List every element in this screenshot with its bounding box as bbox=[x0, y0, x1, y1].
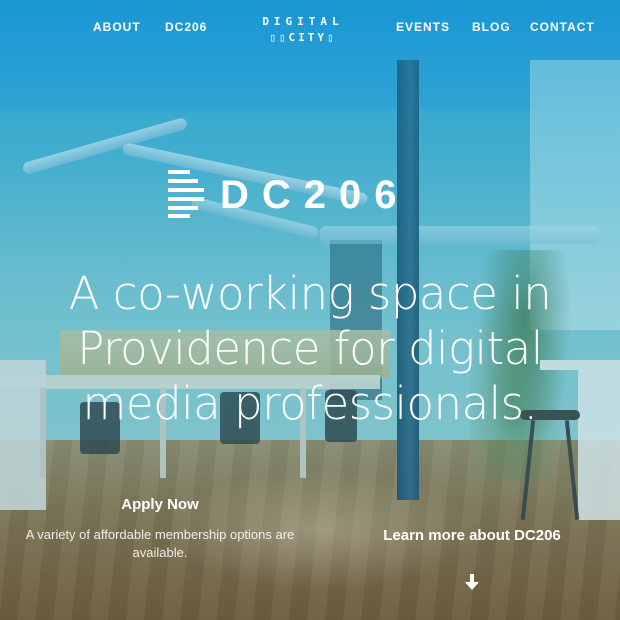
page: ABOUT DC206 DIGITAL ▯▯CITY▯ EVENTS BLOG … bbox=[0, 0, 620, 620]
learn-more-link[interactable]: Learn more about DC206 bbox=[382, 526, 562, 545]
nav-link-about[interactable]: ABOUT bbox=[93, 20, 141, 34]
hero-headline: A co-working space in Providence for dig… bbox=[68, 267, 552, 430]
logo-line-digital: DIGITAL bbox=[262, 15, 344, 28]
membership-description: A variety of affordable membership optio… bbox=[25, 527, 295, 560]
brand-name: DC206 bbox=[220, 173, 410, 217]
top-navigation: ABOUT DC206 DIGITAL ▯▯CITY▯ EVENTS BLOG … bbox=[0, 0, 620, 60]
logo-line-city: ▯▯CITY▯ bbox=[269, 31, 337, 44]
arrow-down-icon[interactable] bbox=[462, 572, 482, 592]
stacked-lines-icon bbox=[168, 170, 204, 218]
nav-link-blog[interactable]: BLOG bbox=[472, 20, 511, 34]
nav-link-events[interactable]: EVENTS bbox=[396, 20, 450, 34]
dc206-brand: DC206 bbox=[168, 170, 458, 220]
digital-city-logo[interactable]: DIGITAL ▯▯CITY▯ bbox=[255, 14, 351, 54]
nav-link-contact[interactable]: CONTACT bbox=[530, 20, 595, 34]
nav-link-dc206[interactable]: DC206 bbox=[165, 20, 207, 34]
apply-now-link[interactable]: Apply Now bbox=[60, 496, 260, 513]
